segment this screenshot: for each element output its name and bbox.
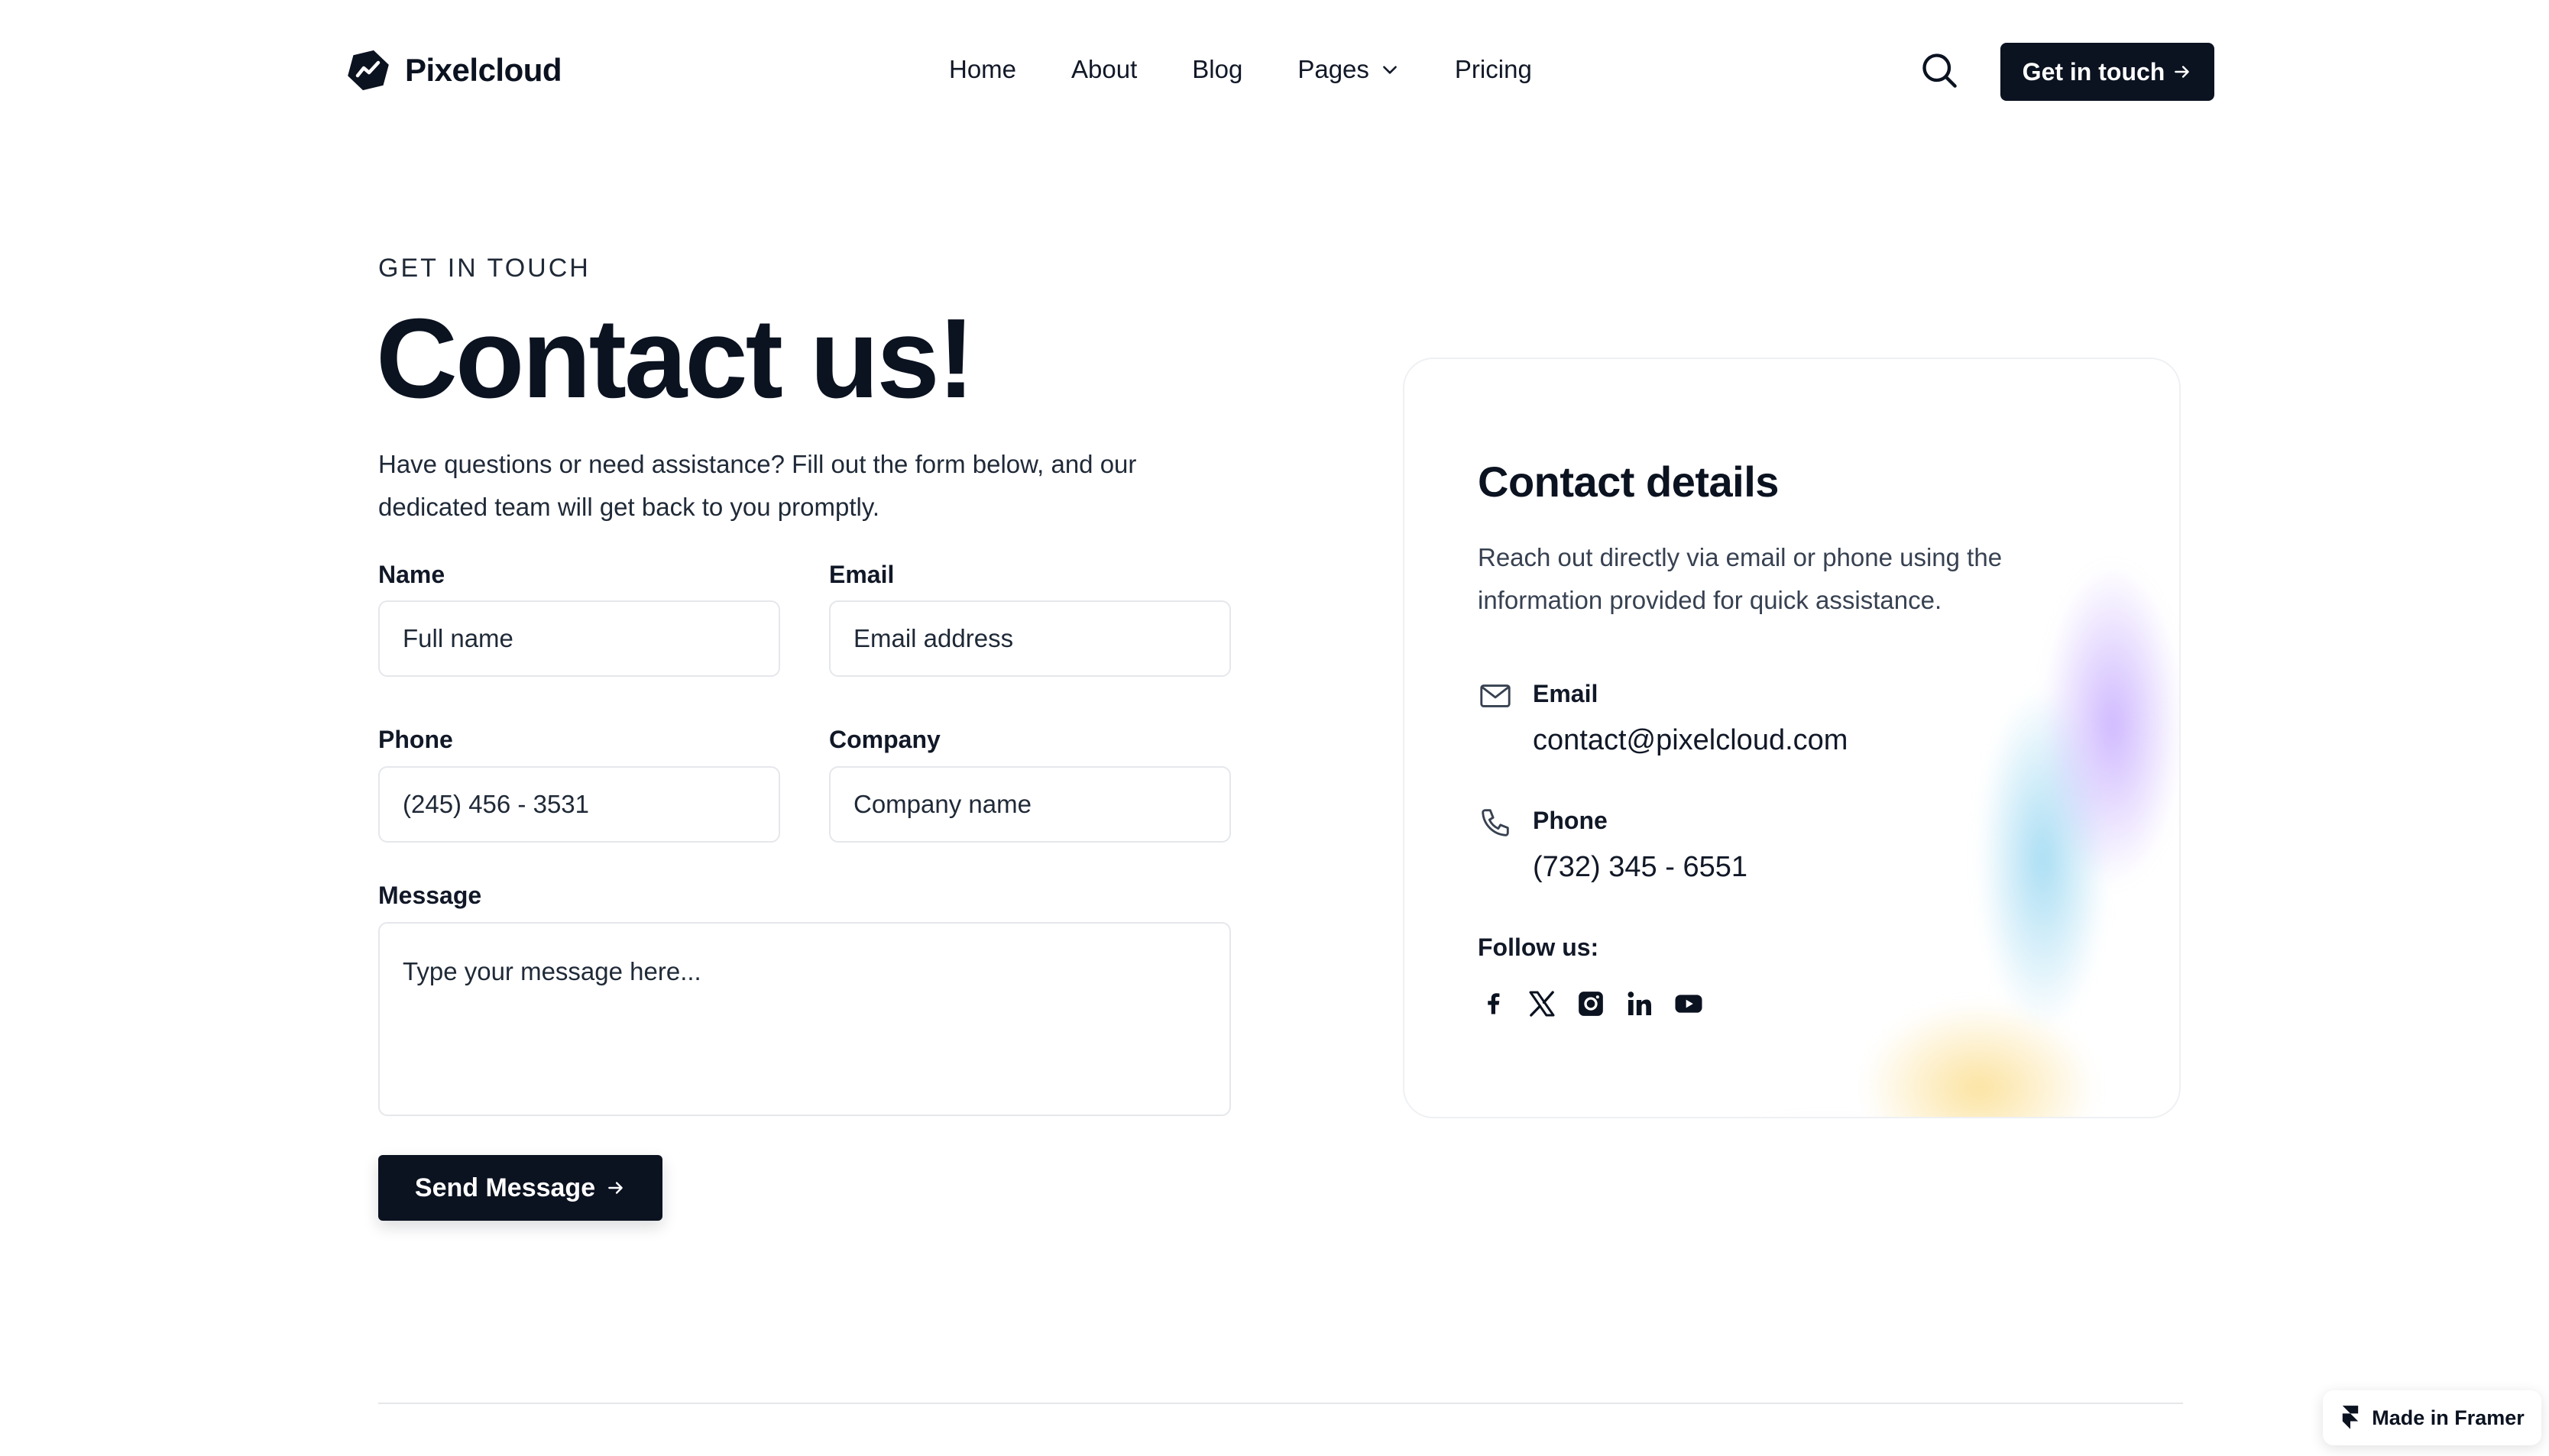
phone-detail-label: Phone — [1533, 807, 1608, 834]
email-detail-label: Email — [1533, 680, 1598, 707]
social-links — [1478, 988, 1704, 1019]
linkedin-link[interactable] — [1624, 988, 1655, 1019]
brand-name: Pixelcloud — [405, 52, 562, 88]
nav-blog[interactable]: Blog — [1192, 55, 1242, 84]
x-icon — [1529, 991, 1555, 1017]
made-in-framer-badge[interactable]: Made in Framer — [2323, 1390, 2541, 1445]
email-detail-value[interactable]: contact@pixelcloud.com — [1533, 724, 1848, 757]
main-nav: Home About Blog Pages Pricing — [949, 55, 1532, 84]
message-field[interactable]: Type your message here... — [378, 922, 1231, 1116]
send-message-label: Send Message — [414, 1173, 596, 1202]
phone-label: Phone — [378, 726, 453, 753]
nav-pricing[interactable]: Pricing — [1455, 55, 1532, 84]
email-label: Email — [829, 561, 895, 588]
name-placeholder: Full name — [403, 624, 513, 652]
nav-pages-label: Pages — [1297, 55, 1369, 83]
send-message-button[interactable]: Send Message — [378, 1155, 662, 1221]
name-label: Name — [378, 561, 445, 588]
instagram-link[interactable] — [1576, 988, 1606, 1019]
phone-placeholder: (245) 456 - 3531 — [403, 790, 590, 818]
get-in-touch-button[interactable]: Get in touch — [2000, 43, 2214, 101]
message-label: Message — [378, 882, 482, 909]
brand-logo[interactable]: Pixelcloud — [345, 47, 562, 93]
phone-field[interactable]: (245) 456 - 3531 — [378, 766, 780, 843]
contact-details-title: Contact details — [1478, 458, 1779, 506]
phone-icon — [1482, 809, 1509, 836]
arrow-right-icon — [608, 1182, 623, 1194]
contact-page: Pixelcloud Home About Blog Pages Pricing… — [0, 0, 2549, 1456]
eyebrow-text: GET IN TOUCH — [378, 254, 591, 283]
search-button[interactable] — [1918, 49, 1961, 92]
email-field[interactable]: Email address — [829, 600, 1231, 677]
made-in-framer-label: Made in Framer — [2372, 1406, 2525, 1429]
nav-home[interactable]: Home — [949, 55, 1016, 84]
get-in-touch-label: Get in touch — [2022, 57, 2165, 86]
nav-about[interactable]: About — [1071, 55, 1137, 84]
nav-pages-dropdown[interactable]: Pages — [1297, 55, 1400, 84]
email-placeholder: Email address — [853, 624, 1014, 652]
linkedin-icon — [1628, 992, 1651, 1015]
facebook-icon — [1488, 993, 1500, 1014]
search-icon — [1922, 53, 1957, 88]
phone-detail-value[interactable]: (732) 345 - 6551 — [1533, 851, 1747, 884]
x-link[interactable] — [1527, 988, 1557, 1019]
instagram-icon — [1579, 992, 1603, 1016]
company-field[interactable]: Company name — [829, 766, 1231, 843]
intro-text: Have questions or need assistance? Fill … — [378, 450, 1137, 521]
chevron-down-icon — [1383, 66, 1397, 74]
footer-divider — [378, 1403, 2183, 1404]
arrow-right-icon — [2175, 66, 2190, 78]
message-placeholder: Type your message here... — [403, 957, 701, 985]
follow-us-label: Follow us: — [1478, 933, 1599, 961]
facebook-link[interactable] — [1478, 988, 1508, 1019]
company-label: Company — [829, 726, 941, 753]
framer-icon — [2343, 1406, 2359, 1429]
contact-details-description: Reach out directly via email or phone us… — [1478, 543, 2003, 614]
mail-icon — [1480, 684, 1511, 707]
contact-details-card: Contact details Reach out directly via e… — [1403, 358, 2181, 1118]
youtube-icon — [1675, 995, 1702, 1013]
youtube-link[interactable] — [1673, 988, 1704, 1019]
logo-icon — [348, 50, 389, 91]
company-placeholder: Company name — [853, 790, 1032, 818]
name-field[interactable]: Full name — [378, 600, 780, 677]
page-title: Contact us! — [376, 296, 975, 422]
